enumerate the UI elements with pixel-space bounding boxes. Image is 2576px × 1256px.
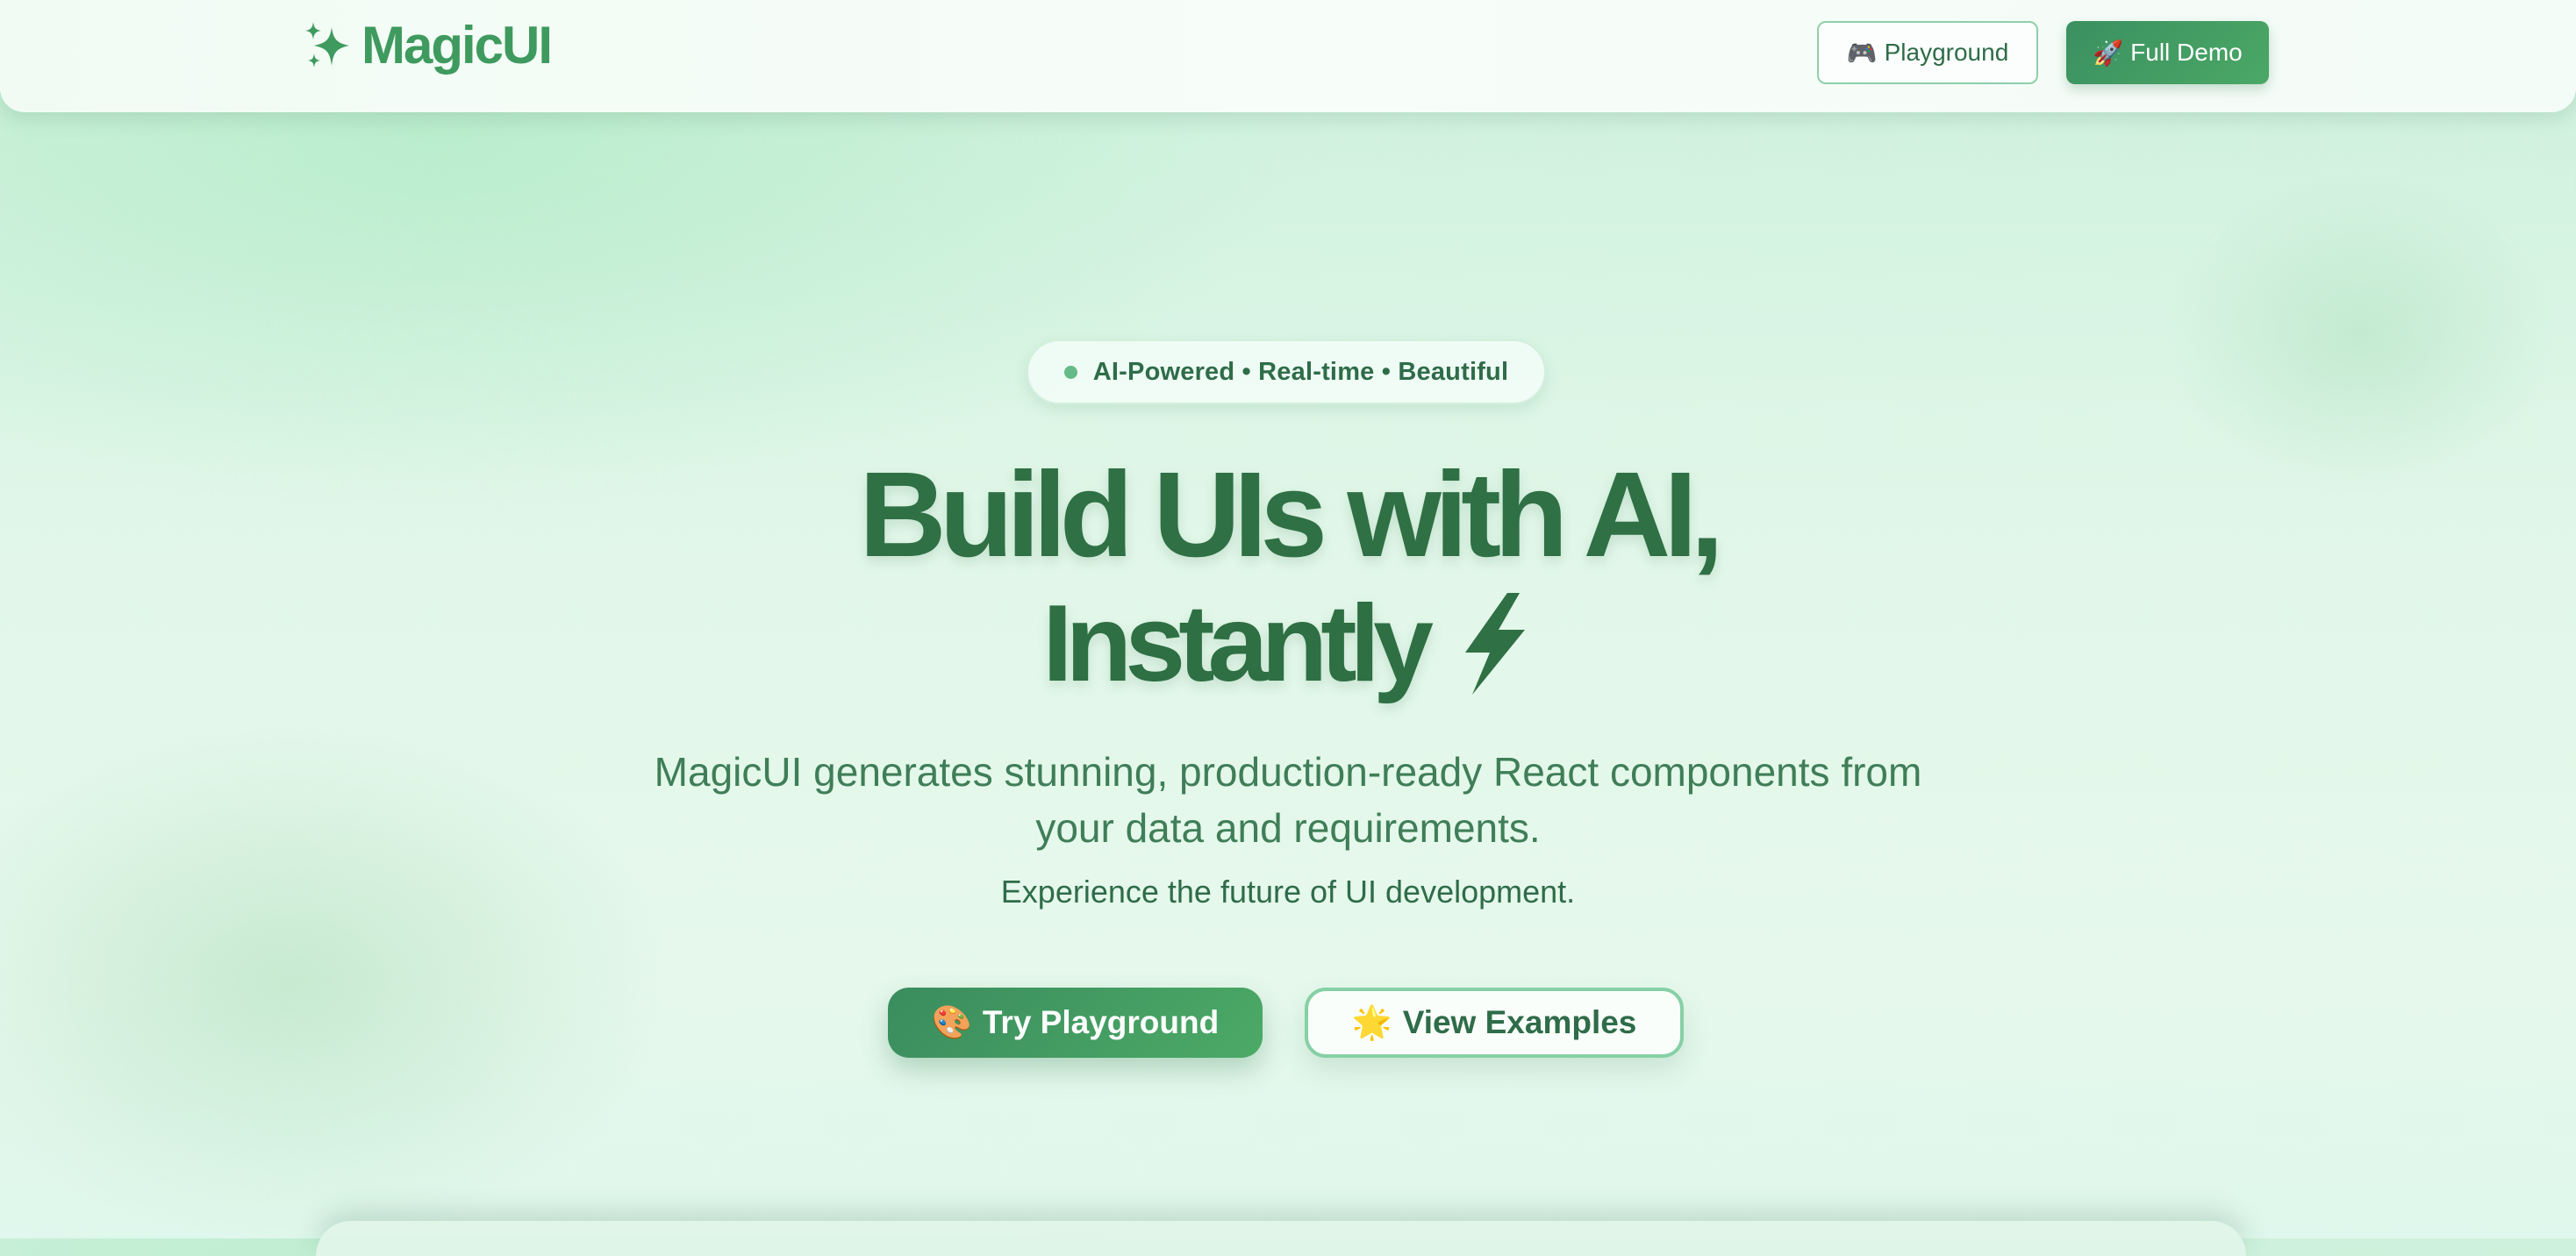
hero-headline-line1: Build UIs with AI, xyxy=(859,447,1724,582)
view-examples-button[interactable]: 🌟 View Examples xyxy=(1305,988,1684,1058)
hero-subtitle: MagicUI generates stunning, production-r… xyxy=(0,744,2576,856)
top-nav-bar: MagicUI 🎮 Playground 🚀 Full Demo xyxy=(0,0,2576,112)
status-dot-icon xyxy=(1063,365,1077,379)
rocket-icon: 🚀 xyxy=(2093,38,2124,68)
hero-headline-word: Instantly xyxy=(1042,583,1434,704)
star-icon: 🌟 xyxy=(1351,1003,1392,1041)
hero-subtitle-line2: your data and requirements. xyxy=(1035,805,1541,851)
feature-badge: AI-Powered • Real-time • Beautiful xyxy=(1027,339,1546,404)
full-demo-nav-label: Full Demo xyxy=(2130,39,2243,66)
game-controller-icon: 🎮 xyxy=(1846,38,1878,68)
try-playground-label: Try Playground xyxy=(982,1004,1220,1040)
hero-tagline: Experience the future of UI development. xyxy=(1000,874,1576,910)
lightning-bolt-icon xyxy=(1449,591,1534,696)
view-examples-label: View Examples xyxy=(1402,1004,1637,1040)
playground-nav-button[interactable]: 🎮 Playground xyxy=(1817,21,2038,84)
hero-headline-line2: Instantly xyxy=(0,589,2576,698)
content-panel-edge xyxy=(316,1221,2246,1256)
brand-name: MagicUI xyxy=(361,16,553,75)
palette-icon: 🎨 xyxy=(931,1003,972,1041)
try-playground-button[interactable]: 🎨 Try Playground xyxy=(888,988,1263,1058)
playground-nav-label: Playground xyxy=(1884,39,2009,66)
hero-subtitle-line1: MagicUI generates stunning, production-r… xyxy=(654,749,1922,795)
sparkles-icon xyxy=(302,20,353,71)
full-demo-nav-button[interactable]: 🚀 Full Demo xyxy=(2066,21,2269,84)
brand-logo[interactable]: MagicUI xyxy=(302,16,553,75)
feature-badge-text: AI-Powered • Real-time • Beautiful xyxy=(1092,357,1509,386)
